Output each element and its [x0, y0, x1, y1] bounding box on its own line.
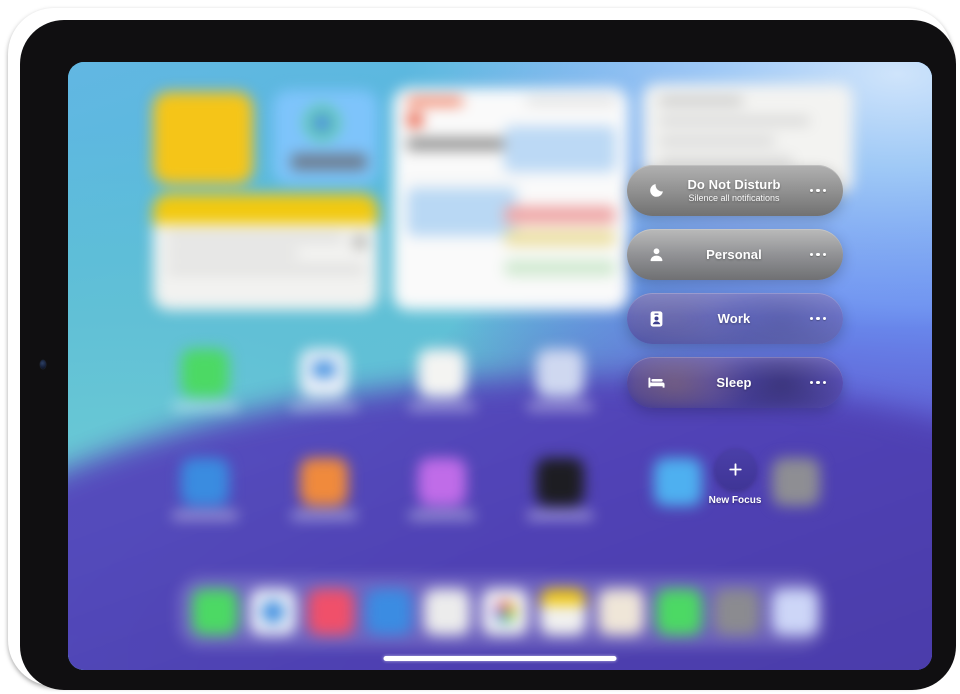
- dock-icon-keynote[interactable]: [598, 589, 644, 635]
- app-icon-label: [527, 403, 593, 410]
- mail-divider: [405, 180, 525, 182]
- ellipsis-dot: [822, 252, 827, 257]
- ellipsis-dot: [822, 188, 827, 193]
- activity-ring-inner-icon: [313, 114, 331, 132]
- ellipsis-dot: [809, 252, 814, 257]
- dock-icon-safari-glyph: [262, 601, 284, 623]
- home-indicator[interactable]: [383, 656, 617, 661]
- calendar-line: [659, 158, 794, 164]
- ellipsis-dot: [809, 188, 814, 193]
- ellipsis-dot: [816, 380, 820, 385]
- app-icon-files[interactable]: [418, 349, 466, 397]
- notes-widget-header: [153, 194, 378, 224]
- ipad-bezel: Do Not Disturb Silence all notifications: [20, 20, 956, 690]
- notes-attachment-icon: [354, 236, 366, 248]
- focus-pill-more-button[interactable]: [801, 380, 835, 385]
- app-icon-mail-glyph: [313, 362, 335, 377]
- dock-icon-music[interactable]: [308, 589, 354, 635]
- mail-block: [504, 260, 616, 276]
- focus-pill-do-not-disturb[interactable]: Do Not Disturb Silence all notifications: [627, 165, 843, 216]
- front-camera-dot-icon: [40, 360, 46, 369]
- dock-icon-notes-header: [540, 589, 586, 605]
- dock-icon-facetime[interactable]: [656, 589, 702, 635]
- focus-pill-title: Sleep: [716, 375, 752, 390]
- widget-text-bar: [291, 154, 367, 170]
- app-icon-photos[interactable]: [536, 349, 584, 397]
- ellipsis-dot: [809, 380, 814, 385]
- mail-widget: [393, 88, 628, 310]
- notes-line: [167, 267, 364, 272]
- dock-icon-freeform[interactable]: [772, 589, 818, 635]
- mail-block: [504, 230, 616, 246]
- pill-text-group: Do Not Disturb Silence all notifications: [673, 177, 801, 204]
- app-icon-label: [291, 512, 357, 519]
- focus-pill-more-button[interactable]: [801, 316, 835, 321]
- app-icon-label: [172, 512, 238, 519]
- ellipsis-dot: [816, 188, 820, 193]
- focus-pill-title: Do Not Disturb: [687, 177, 781, 192]
- dock: [178, 576, 824, 648]
- ellipsis-dot: [822, 380, 827, 385]
- app-icon-label: [527, 512, 593, 519]
- notes-line: [167, 235, 343, 240]
- notes-widget-yellow: [153, 92, 253, 184]
- pill-text-group: Sleep: [673, 375, 801, 390]
- plus-icon: [714, 449, 756, 490]
- new-focus-button[interactable]: New Focus: [700, 449, 770, 506]
- notes-line: [167, 251, 298, 256]
- app-icon-appstore[interactable]: [181, 458, 229, 506]
- mail-block: [504, 126, 616, 172]
- mail-avatar: [407, 112, 423, 128]
- app-icon-tv[interactable]: [536, 458, 584, 506]
- notes-list-widget: [153, 194, 378, 310]
- focus-pill-subtitle: Silence all notifications: [688, 193, 780, 203]
- ellipsis-dot: [816, 252, 820, 257]
- dock-icon-messages[interactable]: [192, 589, 238, 635]
- bed-icon: [639, 375, 673, 390]
- fitness-widget: [273, 90, 378, 184]
- mail-block: [504, 206, 616, 224]
- app-icon-messages[interactable]: [181, 349, 229, 397]
- focus-pill-work[interactable]: Work: [627, 293, 843, 344]
- focus-panel: Do Not Disturb Silence all notifications: [627, 165, 843, 421]
- moon-icon: [639, 182, 673, 199]
- focus-pill-title: Work: [717, 311, 751, 326]
- focus-pill-title: Personal: [706, 247, 762, 262]
- calendar-line: [659, 98, 743, 104]
- app-icon-podcasts[interactable]: [418, 458, 466, 506]
- id-badge-icon: [639, 310, 673, 328]
- app-icon-settings[interactable]: [772, 458, 820, 506]
- app-icon-label: [172, 403, 238, 410]
- mail-block: [407, 188, 517, 236]
- person-icon: [639, 246, 673, 263]
- app-icon-label: [409, 512, 475, 519]
- pill-text-group: Personal: [673, 247, 801, 262]
- dock-icon-files[interactable]: [424, 589, 470, 635]
- ellipsis-dot: [816, 316, 820, 321]
- ellipsis-dot: [809, 316, 814, 321]
- focus-pill-personal[interactable]: Personal: [627, 229, 843, 280]
- pill-text-group: Work: [673, 311, 801, 326]
- app-icon-reminders[interactable]: [300, 458, 348, 506]
- new-focus-label: New Focus: [708, 495, 762, 506]
- ipad-device-frame: Do Not Disturb Silence all notifications: [8, 8, 956, 690]
- calendar-line: [659, 138, 775, 144]
- dock-icon-settings[interactable]: [714, 589, 760, 635]
- app-icon-label: [291, 403, 357, 410]
- mail-meta-bar: [526, 98, 616, 104]
- ellipsis-dot: [822, 316, 827, 321]
- dock-icon-appstore[interactable]: [366, 589, 412, 635]
- app-icon-weather[interactable]: [654, 458, 702, 506]
- screenshot-root: Do Not Disturb Silence all notifications: [0, 0, 960, 694]
- calendar-line: [659, 118, 811, 124]
- app-icon-label: [409, 403, 475, 410]
- ipad-screen: Do Not Disturb Silence all notifications: [68, 62, 932, 670]
- focus-pill-sleep[interactable]: Sleep: [627, 357, 843, 408]
- mail-title-bar: [407, 98, 463, 105]
- focus-pill-more-button[interactable]: [801, 188, 835, 193]
- dock-icon-photos-glyph: [494, 601, 516, 623]
- focus-pill-more-button[interactable]: [801, 252, 835, 257]
